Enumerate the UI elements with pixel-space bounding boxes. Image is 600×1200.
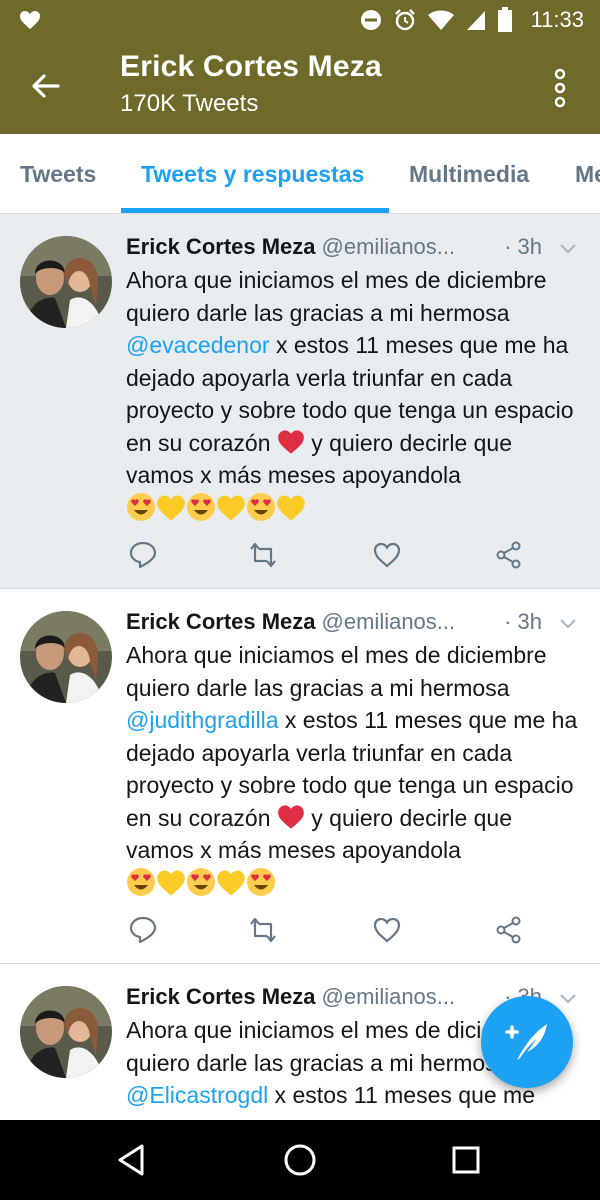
mention-link[interactable]: @evacedenor	[126, 332, 270, 358]
tweet-author-name[interactable]: Erick Cortes Meza	[126, 984, 316, 1009]
tweet-author-name[interactable]: Erick Cortes Meza	[126, 609, 316, 634]
compose-tweet-icon	[505, 1024, 547, 1060]
avatar[interactable]	[20, 236, 112, 328]
more-vertical-icon[interactable]	[550, 68, 570, 108]
tweet-item[interactable]: Erick Cortes Meza@emilianos... · 3h Ahor…	[0, 589, 600, 964]
heart-eyes-emoji	[187, 867, 215, 896]
nav-recents-icon[interactable]	[446, 1140, 486, 1180]
alarm-icon	[394, 9, 415, 31]
reply-icon[interactable]	[128, 540, 158, 570]
yellow-heart-emoji	[157, 495, 185, 520]
compose-tweet-button[interactable]	[481, 996, 573, 1088]
emoji-row	[126, 492, 306, 531]
tweet-author-handle[interactable]: @emilianos...	[322, 984, 456, 1009]
yellow-heart-emoji	[217, 870, 245, 895]
tweet-header: Erick Cortes Meza@emilianos... · 3h	[126, 234, 578, 264]
heart-eyes-emoji	[247, 492, 275, 521]
tweet-time: · 3h	[504, 234, 542, 259]
profile-tabs: Tweets Tweets y respuestas Multimedia Me	[0, 134, 600, 214]
red-heart-emoji	[278, 804, 304, 829]
retweet-icon[interactable]	[248, 915, 278, 945]
android-nav-bar	[0, 1120, 600, 1200]
heart-eyes-emoji	[127, 867, 155, 896]
active-tab-indicator	[121, 208, 389, 213]
app-bar: Erick Cortes Meza 170K Tweets	[0, 40, 600, 134]
tab-media[interactable]: Multimedia	[409, 134, 529, 213]
heart-eyes-emoji	[127, 492, 155, 521]
like-icon[interactable]	[372, 915, 402, 945]
battery-icon	[497, 7, 512, 32]
tweet-text: Ahora que iniciamos el mes de diciembre …	[126, 264, 586, 530]
profile-name-title: Erick Cortes Meza	[120, 50, 382, 83]
nav-home-icon[interactable]	[280, 1140, 320, 1180]
signal-icon	[466, 11, 485, 30]
reply-icon[interactable]	[128, 915, 158, 945]
back-arrow-icon[interactable]	[28, 68, 64, 104]
tweet-header: Erick Cortes Meza@emilianos... · 3h	[126, 609, 578, 639]
avatar[interactable]	[20, 611, 112, 703]
tab-likes[interactable]: Me	[575, 134, 600, 213]
tweet-count: 170K Tweets	[120, 90, 259, 117]
red-heart-emoji	[278, 429, 304, 454]
heart-eyes-emoji	[247, 867, 275, 896]
tweet-time: · 3h	[504, 609, 542, 634]
like-icon[interactable]	[372, 540, 402, 570]
heart-icon	[20, 11, 40, 29]
status-clock: 11:33	[530, 7, 584, 32]
nav-back-icon[interactable]	[112, 1140, 152, 1180]
retweet-icon[interactable]	[248, 540, 278, 570]
tweet-text: Ahora que iniciamos el mes de diciembre …	[126, 639, 586, 905]
mention-link[interactable]: @Elicastrogdl	[126, 1082, 268, 1108]
tweet-author-handle[interactable]: @emilianos...	[322, 609, 456, 634]
heart-eyes-emoji	[187, 492, 215, 521]
tweet-author-handle[interactable]: @emilianos...	[322, 234, 456, 259]
mention-link[interactable]: @judithgradilla	[126, 707, 279, 733]
yellow-heart-emoji	[217, 495, 245, 520]
profile-header: Erick Cortes Meza 170K Tweets	[120, 50, 382, 118]
tab-tweets-replies[interactable]: Tweets y respuestas	[141, 134, 364, 213]
tweet-author-name[interactable]: Erick Cortes Meza	[126, 234, 316, 259]
share-icon[interactable]	[494, 540, 524, 570]
avatar[interactable]	[20, 986, 112, 1078]
chevron-down-icon[interactable]	[558, 238, 578, 258]
tweet-actions	[128, 540, 528, 570]
share-icon[interactable]	[494, 915, 524, 945]
tab-tweets[interactable]: Tweets	[20, 134, 96, 213]
do-not-disturb-icon	[360, 10, 381, 30]
yellow-heart-emoji	[277, 495, 305, 520]
status-bar: 11:33	[0, 0, 600, 40]
tweet-item[interactable]: Erick Cortes Meza@emilianos... · 3h Ahor…	[0, 214, 600, 589]
chevron-down-icon[interactable]	[558, 613, 578, 633]
emoji-row	[126, 867, 276, 906]
yellow-heart-emoji	[157, 870, 185, 895]
wifi-icon	[427, 10, 454, 30]
tweet-actions	[128, 915, 528, 945]
